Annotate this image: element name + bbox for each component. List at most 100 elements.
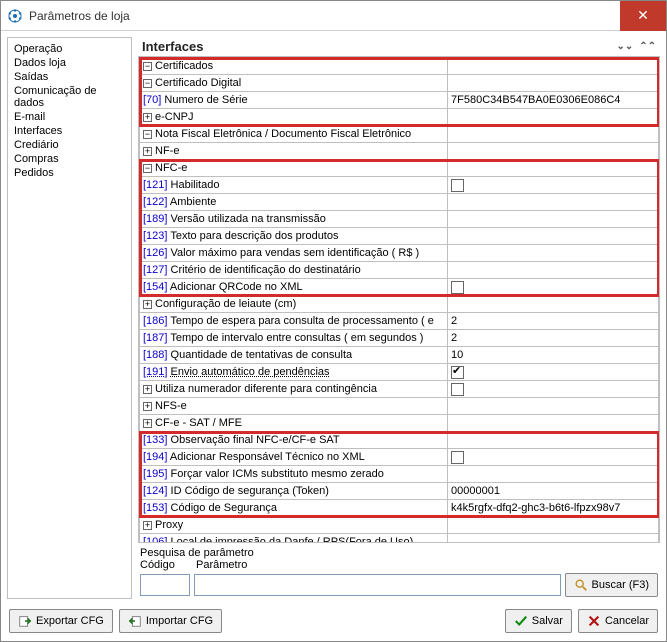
row-189[interactable]: [189] Versão utilizada na transmissão: [140, 211, 659, 228]
code-106: [106]: [143, 536, 167, 543]
row-188[interactable]: [188] Quantidade de tentativas de consul…: [140, 347, 659, 364]
cancel-icon: [587, 614, 601, 628]
checkbox-191[interactable]: [451, 366, 464, 379]
value-121[interactable]: [448, 177, 659, 194]
expand-icon[interactable]: +: [143, 521, 152, 530]
value-153[interactable]: k4k5rgfx-dfq2-ghc3-b6t6-lfpzx98v7: [448, 500, 659, 517]
expand-icon[interactable]: +: [143, 385, 152, 394]
save-label: Salvar: [532, 615, 563, 627]
row-nfse[interactable]: +NFS-e: [140, 398, 659, 415]
checkbox-194[interactable]: [451, 451, 464, 464]
sidebar-item-pedidos[interactable]: Pedidos: [14, 166, 125, 180]
row-cert-digital[interactable]: −Certificado Digital: [140, 75, 659, 92]
panel-chevrons[interactable]: ⌄⌄ ⌃⌃: [616, 41, 656, 52]
row-cfe[interactable]: +CF-e - SAT / MFE: [140, 415, 659, 432]
window: Parâmetros de loja ✕ Operação Dados loja…: [0, 0, 667, 642]
value-195[interactable]: [448, 466, 659, 483]
sidebar-item-interfaces[interactable]: Interfaces: [14, 124, 125, 138]
row-numero-serie[interactable]: [70] Numero de Série 7F580C34B547BA0E0306…: [140, 92, 659, 109]
row-121[interactable]: [121] Habilitado: [140, 177, 659, 194]
value-126[interactable]: [448, 245, 659, 262]
value-133[interactable]: [448, 432, 659, 449]
row-133[interactable]: [133] Observação final NFC-e/CF-e SAT: [140, 432, 659, 449]
expand-icon[interactable]: +: [143, 300, 152, 309]
chevron-down-icon: ⌄⌄: [616, 41, 633, 52]
sidebar-item-compras[interactable]: Compras: [14, 152, 125, 166]
row-194[interactable]: [194] Adicionar Responsável Técnico no X…: [140, 449, 659, 466]
export-cfg-button[interactable]: Exportar CFG: [9, 609, 113, 633]
collapse-icon[interactable]: −: [143, 62, 152, 71]
code-123: [123]: [143, 230, 167, 242]
collapse-icon[interactable]: −: [143, 164, 152, 173]
expand-icon[interactable]: +: [143, 147, 152, 156]
value-123[interactable]: [448, 228, 659, 245]
row-nfe-doc[interactable]: −Nota Fiscal Eletrônica / Documento Fisc…: [140, 126, 659, 143]
row-186[interactable]: [186] Tempo de espera para consulta de p…: [140, 313, 659, 330]
label-133: Observação final NFC-e/CF-e SAT: [171, 434, 340, 446]
parameter-grid: −Certificados −Certificado Digital [70] …: [138, 56, 660, 543]
label-nfse: NFS-e: [155, 400, 187, 412]
sidebar-item-email[interactable]: E-mail: [14, 110, 125, 124]
value-numero-serie[interactable]: 7F580C34B547BA0E0306E086C4: [448, 92, 659, 109]
expand-icon[interactable]: +: [143, 402, 152, 411]
expand-icon[interactable]: +: [143, 113, 152, 122]
label-nfe-doc: Nota Fiscal Eletrônica / Documento Fisca…: [155, 128, 411, 140]
value-186[interactable]: 2: [448, 313, 659, 330]
row-127[interactable]: [127] Critério de identificação do desti…: [140, 262, 659, 279]
row-106[interactable]: [106] Local de impressão da Danfe / RPS(…: [140, 534, 659, 544]
label-certificados: Certificados: [155, 60, 213, 72]
row-126[interactable]: [126] Valor máximo para vendas sem ident…: [140, 245, 659, 262]
row-certificados[interactable]: −Certificados: [140, 58, 659, 75]
value-188[interactable]: 10: [448, 347, 659, 364]
value-191[interactable]: [448, 364, 659, 381]
label-194: Adicionar Responsável Técnico no XML: [170, 451, 365, 463]
row-util-numerador[interactable]: +Utiliza numerador diferente para contin…: [140, 381, 659, 398]
sidebar-item-crediario[interactable]: Crediário: [14, 138, 125, 152]
value-154[interactable]: [448, 279, 659, 296]
checkbox-util-numerador[interactable]: [451, 383, 464, 396]
value-189[interactable]: [448, 211, 659, 228]
checkbox-154[interactable]: [451, 281, 464, 294]
value-122[interactable]: [448, 194, 659, 211]
row-nfe[interactable]: +NF-e: [140, 143, 659, 160]
value-187[interactable]: 2: [448, 330, 659, 347]
row-153[interactable]: [153] Código de Segurançak4k5rgfx-dfq2-g…: [140, 500, 659, 517]
sidebar-item-operacao[interactable]: Operação: [14, 42, 125, 56]
row-123[interactable]: [123] Texto para descrição dos produtos: [140, 228, 659, 245]
value-106[interactable]: [448, 534, 659, 544]
titlebar: Parâmetros de loja ✕: [1, 1, 666, 31]
label-188: Quantidade de tentativas de consulta: [171, 349, 353, 361]
collapse-icon[interactable]: −: [143, 79, 152, 88]
cancel-button[interactable]: Cancelar: [578, 609, 658, 633]
collapse-icon[interactable]: −: [143, 130, 152, 139]
row-nfce[interactable]: −NFC-e: [140, 160, 659, 177]
close-button[interactable]: ✕: [620, 1, 666, 31]
row-cfg-leiaute[interactable]: +Configuração de leiaute (cm): [140, 296, 659, 313]
expand-icon[interactable]: +: [143, 419, 152, 428]
row-154[interactable]: [154] Adicionar QRCode no XML: [140, 279, 659, 296]
value-194[interactable]: [448, 449, 659, 466]
save-button[interactable]: Salvar: [505, 609, 572, 633]
label-106: Local de impressão da Danfe / RPS(Fora d…: [171, 536, 414, 543]
sidebar-item-dados-loja[interactable]: Dados loja: [14, 56, 125, 70]
search-param-input[interactable]: [194, 574, 561, 596]
code-70: [70]: [143, 94, 161, 106]
label-numero-serie: Numero de Série: [164, 94, 247, 106]
value-124[interactable]: 00000001: [448, 483, 659, 500]
row-proxy[interactable]: +Proxy: [140, 517, 659, 534]
row-191[interactable]: [191] Envio automático de pendências: [140, 364, 659, 381]
row-ecnpj[interactable]: +e-CNPJ: [140, 109, 659, 126]
row-187[interactable]: [187] Tempo de intervalo entre consultas…: [140, 330, 659, 347]
value-127[interactable]: [448, 262, 659, 279]
search-codigo-input[interactable]: [140, 574, 190, 596]
row-195[interactable]: [195] Forçar valor ICMs substituto mesmo…: [140, 466, 659, 483]
row-122[interactable]: [122] Ambiente: [140, 194, 659, 211]
buscar-button[interactable]: Buscar (F3): [565, 573, 658, 597]
import-cfg-button[interactable]: Importar CFG: [119, 609, 222, 633]
row-124[interactable]: [124] ID Código de segurança (Token)0000…: [140, 483, 659, 500]
value-util-numerador[interactable]: [448, 381, 659, 398]
label-127: Critério de identificação do destinatári…: [171, 264, 361, 276]
sidebar-item-comunicacao[interactable]: Comunicação de dados: [14, 84, 125, 110]
checkbox-121[interactable]: [451, 179, 464, 192]
sidebar-item-saidas[interactable]: Saídas: [14, 70, 125, 84]
